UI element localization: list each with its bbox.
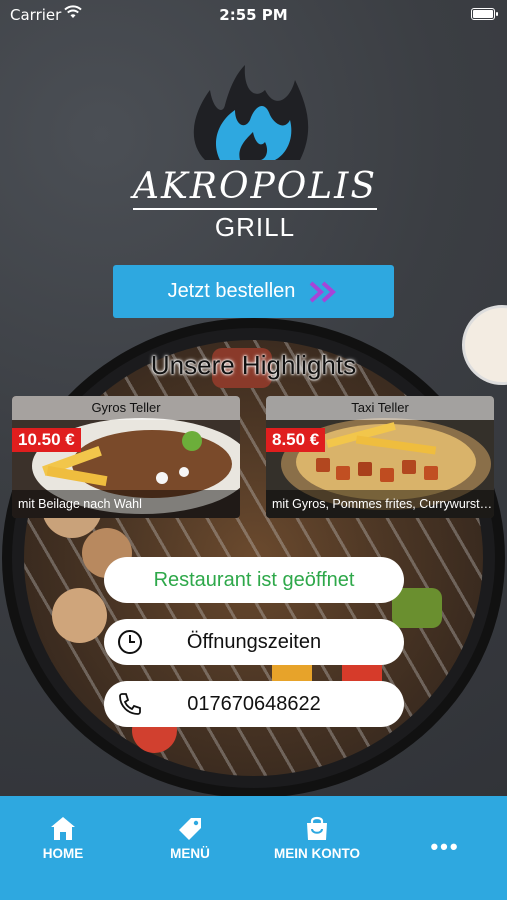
flame-icon: [193, 65, 309, 160]
order-now-label: Jetzt bestellen: [167, 280, 296, 302]
highlight-description: mit Beilage nach Wahl: [12, 490, 240, 518]
brand-name: AKROPOLIS: [132, 166, 378, 207]
highlight-card-taxi[interactable]: Taxi Teller 8.50 € mit Gyros, Pommes fri…: [266, 396, 494, 518]
opening-hours-label: Öffnungszeiten: [186, 630, 322, 653]
highlights-title: Unsere Highlights: [150, 350, 357, 380]
nav-home-label: HOME: [42, 846, 84, 861]
nav-more[interactable]: •••: [390, 834, 500, 860]
brand-subtitle: GRILL: [214, 212, 296, 242]
nav-account[interactable]: MEIN KONTO: [262, 814, 372, 861]
phone-number: 017670648622: [187, 692, 321, 715]
nav-account-label: MEIN KONTO: [273, 846, 360, 861]
highlight-name: Gyros Teller: [12, 396, 240, 420]
price-badge: 8.50 €: [266, 428, 326, 452]
bag-icon: [307, 816, 327, 840]
nav-home[interactable]: HOME: [8, 814, 118, 861]
highlight-description: mit Gyros, Pommes frites, Currywurst, ..…: [266, 490, 494, 518]
clock-icon: [118, 630, 142, 654]
nav-menu-label: MENÜ: [170, 846, 210, 861]
logo-divider: [133, 208, 377, 210]
double-arrow-icon: [310, 281, 337, 302]
highlight-card-gyros[interactable]: Gyros Teller 10.50 € mit Beilage nach Wa…: [12, 396, 240, 518]
bottom-nav: HOME MENÜ MEIN KONTO •••: [0, 796, 507, 900]
price-badge: 10.50 €: [12, 428, 81, 452]
clock: 2:55 PM: [219, 6, 288, 24]
highlight-name: Taxi Teller: [266, 396, 494, 420]
order-now-button[interactable]: Jetzt bestellen: [113, 265, 394, 318]
logo: AKROPOLIS GRILL: [125, 60, 385, 242]
restaurant-status-label: Restaurant ist geöffnet: [153, 568, 355, 591]
battery-icon: [471, 8, 498, 20]
restaurant-status-button[interactable]: Restaurant ist geöffnet: [104, 557, 404, 603]
home-icon: [51, 817, 75, 840]
phone-icon: [119, 693, 141, 715]
status-bar: Carrier 2:55 PM: [0, 0, 507, 28]
opening-hours-button[interactable]: Öffnungszeiten: [104, 619, 404, 665]
nav-menu[interactable]: MENÜ: [135, 814, 245, 861]
tag-icon: [179, 818, 201, 840]
phone-button[interactable]: 017670648622: [104, 681, 404, 727]
more-icon: •••: [430, 834, 460, 859]
